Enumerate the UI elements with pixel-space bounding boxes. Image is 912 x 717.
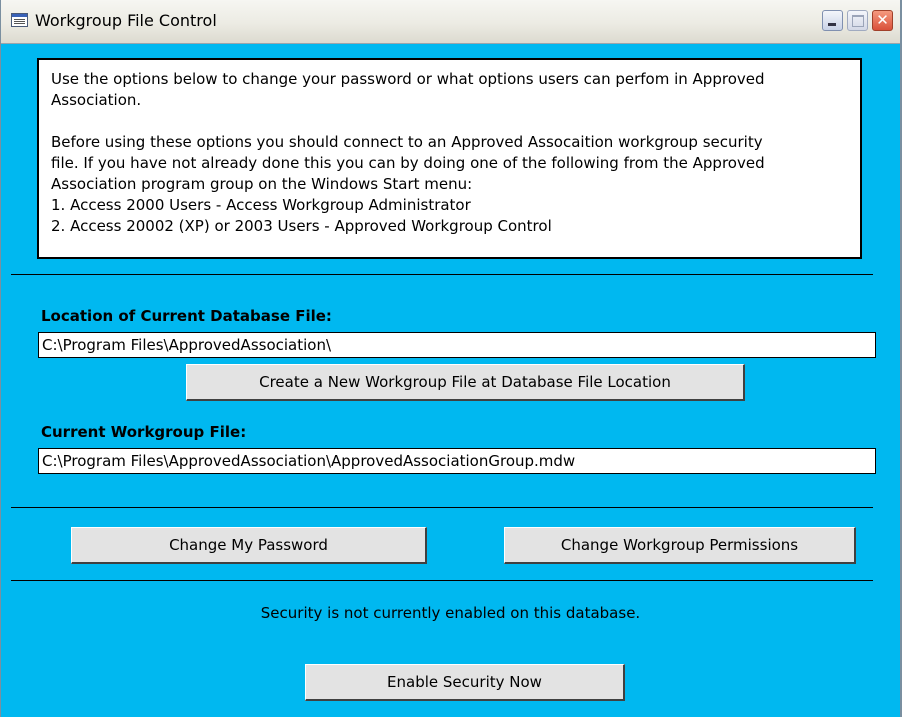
divider (11, 580, 873, 581)
minimize-button[interactable] (822, 10, 843, 31)
instructions-line: file. If you have not already done this … (51, 154, 765, 172)
instructions-line: Before using these options you should co… (51, 133, 763, 151)
title-bar[interactable]: Workgroup File Control ✕ (1, 0, 900, 44)
workgroup-file-label: Current Workgroup File: (41, 423, 247, 441)
workgroup-file-field[interactable]: C:\Program Files\ApprovedAssociation\App… (38, 448, 876, 474)
instructions-box: Use the options below to change your pas… (37, 58, 862, 259)
instructions-line: 1. Access 2000 Users - Access Workgroup … (51, 196, 471, 214)
security-status-text: Security is not currently enabled on thi… (260, 604, 641, 622)
enable-security-button[interactable]: Enable Security Now (305, 664, 625, 701)
form-icon (11, 13, 28, 27)
change-workgroup-permissions-button[interactable]: Change Workgroup Permissions (504, 527, 856, 564)
database-location-label: Location of Current Database File: (41, 307, 332, 325)
instructions-paragraph-1: Use the options below to change your pas… (51, 70, 765, 109)
workgroup-file-control-window: Workgroup File Control ✕ Use the options… (0, 0, 902, 717)
instructions-line: Association program group on the Windows… (51, 175, 473, 193)
close-button[interactable]: ✕ (872, 10, 893, 31)
divider (11, 274, 873, 275)
database-location-field[interactable]: C:\Program Files\ApprovedAssociation\ (38, 332, 876, 358)
create-workgroup-file-button[interactable]: Create a New Workgroup File at Database … (186, 364, 745, 401)
instructions-line: 2. Access 20002 (XP) or 2003 Users - App… (51, 217, 552, 235)
close-icon: ✕ (876, 11, 889, 29)
window-title: Workgroup File Control (35, 11, 217, 30)
change-password-button[interactable]: Change My Password (71, 527, 427, 564)
maximize-button[interactable] (847, 10, 868, 31)
divider (11, 507, 873, 508)
